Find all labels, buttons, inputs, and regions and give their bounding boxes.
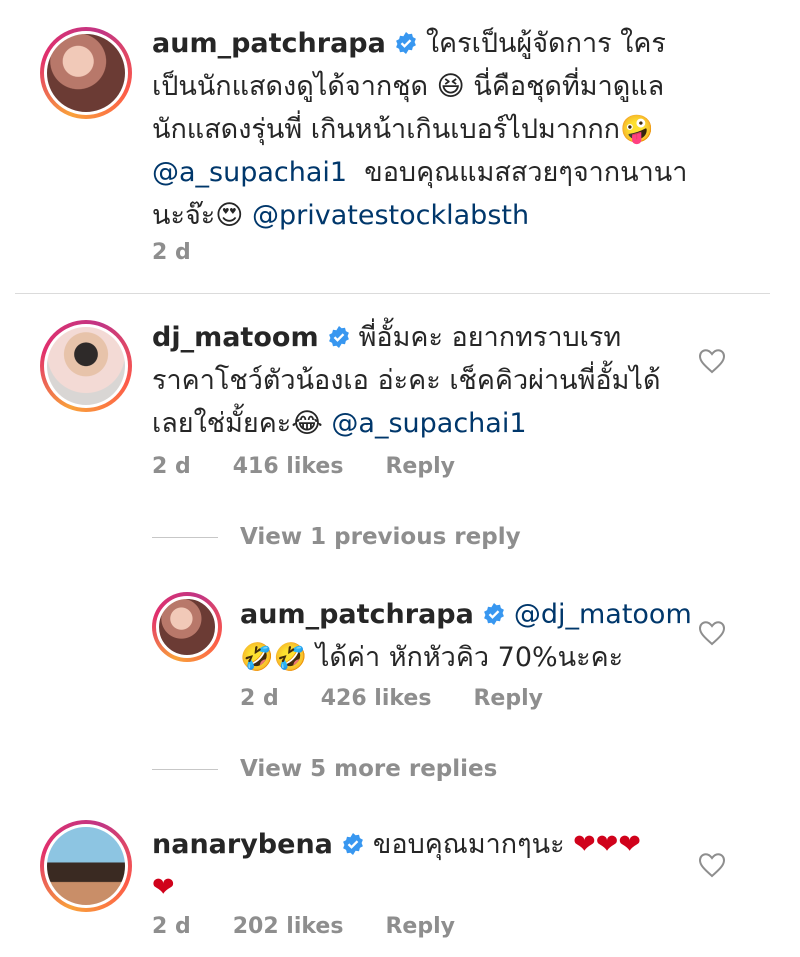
like-heart-icon[interactable]: [698, 348, 726, 374]
comment-text: ขอบคุณแมสสวยๆจากนานา: [347, 157, 688, 188]
comment-body: aum_patchrapa @dj_matoom 🤣🤣 ได้ค่า หักหัว…: [240, 593, 700, 679]
comment-text: ใครเป็นผู้จัดการ ใคร: [425, 28, 666, 59]
comment-meta: 2 d 202 likes Reply: [152, 914, 497, 939]
username[interactable]: aum_patchrapa: [240, 599, 474, 630]
view-more-replies-button[interactable]: View 5 more replies: [240, 756, 497, 782]
comment-meta: 2 d 416 likes Reply: [152, 454, 497, 479]
reply-button[interactable]: Reply: [473, 686, 543, 711]
heart-emoji: ❤: [152, 872, 175, 903]
comment-text: 🤣🤣 ได้ค่า หักหัวคิว 70%นะคะ: [240, 642, 624, 673]
username[interactable]: dj_matoom: [152, 322, 319, 353]
username[interactable]: aum_patchrapa: [152, 28, 386, 59]
comment-text: ขอบคุณมากๆนะ: [372, 829, 574, 860]
timestamp: 2 d: [152, 914, 191, 939]
comment-text: พี่อั้มคะ อยากทราบเรท: [358, 322, 622, 353]
timestamp: 2 d: [240, 686, 279, 711]
avatar[interactable]: [40, 820, 132, 912]
verified-icon: [483, 603, 504, 625]
comment-text: นักแสดงรุ่นพี่ เกินหน้าเกินเบอร์ไปมากกก🤪: [152, 114, 654, 145]
username[interactable]: nanarybena: [152, 829, 333, 860]
mention-link[interactable]: @dj_matoom: [514, 599, 692, 630]
comment-body: aum_patchrapa ใครเป็นผู้จัดการ ใคร เป็นนั…: [152, 22, 772, 237]
avatar[interactable]: [40, 320, 132, 412]
comment-body: nanarybena ขอบคุณมากๆนะ ❤❤❤ ❤: [152, 823, 692, 909]
comment-text: เป็นนักแสดงดูได้จากชุด 😆 นี่คือชุดที่มาด…: [152, 71, 665, 102]
comment-body: dj_matoom พี่อั้มคะ อยากทราบเรท ราคาโชว์ต…: [152, 316, 692, 445]
like-count[interactable]: 416 likes: [233, 454, 344, 479]
thread-line: [152, 769, 218, 770]
timestamp: 2 d: [152, 454, 191, 479]
comment-text: เลยใช่มั้ยคะ😂: [152, 408, 332, 439]
like-heart-icon[interactable]: [698, 852, 726, 878]
reply-button[interactable]: Reply: [385, 914, 455, 939]
mention-link[interactable]: @a_supachai1: [331, 408, 526, 439]
heart-emojis: ❤❤❤: [573, 829, 642, 860]
avatar[interactable]: [152, 592, 222, 662]
verified-icon: [328, 326, 349, 348]
like-count[interactable]: 202 likes: [233, 914, 344, 939]
view-previous-replies-button[interactable]: View 1 previous reply: [240, 524, 521, 550]
mention-link[interactable]: @privatestocklabsth: [252, 200, 529, 231]
comment-meta: 2 d 426 likes Reply: [240, 686, 585, 711]
comment-text: นะจ๊ะ😍: [152, 200, 253, 231]
verified-icon: [395, 32, 416, 54]
mention-link[interactable]: @a_supachai1: [152, 157, 347, 188]
verified-icon: [342, 833, 363, 855]
reply-button[interactable]: Reply: [385, 454, 455, 479]
avatar[interactable]: [40, 27, 132, 119]
divider: [15, 293, 770, 294]
thread-line: [152, 537, 218, 538]
like-count[interactable]: 426 likes: [321, 686, 432, 711]
like-heart-icon[interactable]: [698, 620, 726, 646]
comment-meta: 2 d: [152, 240, 233, 265]
comment-text: ราคาโชว์ตัวน้องเอ อ่ะคะ เช็คคิวผ่านพี่อั…: [152, 365, 661, 396]
timestamp: 2 d: [152, 240, 191, 265]
